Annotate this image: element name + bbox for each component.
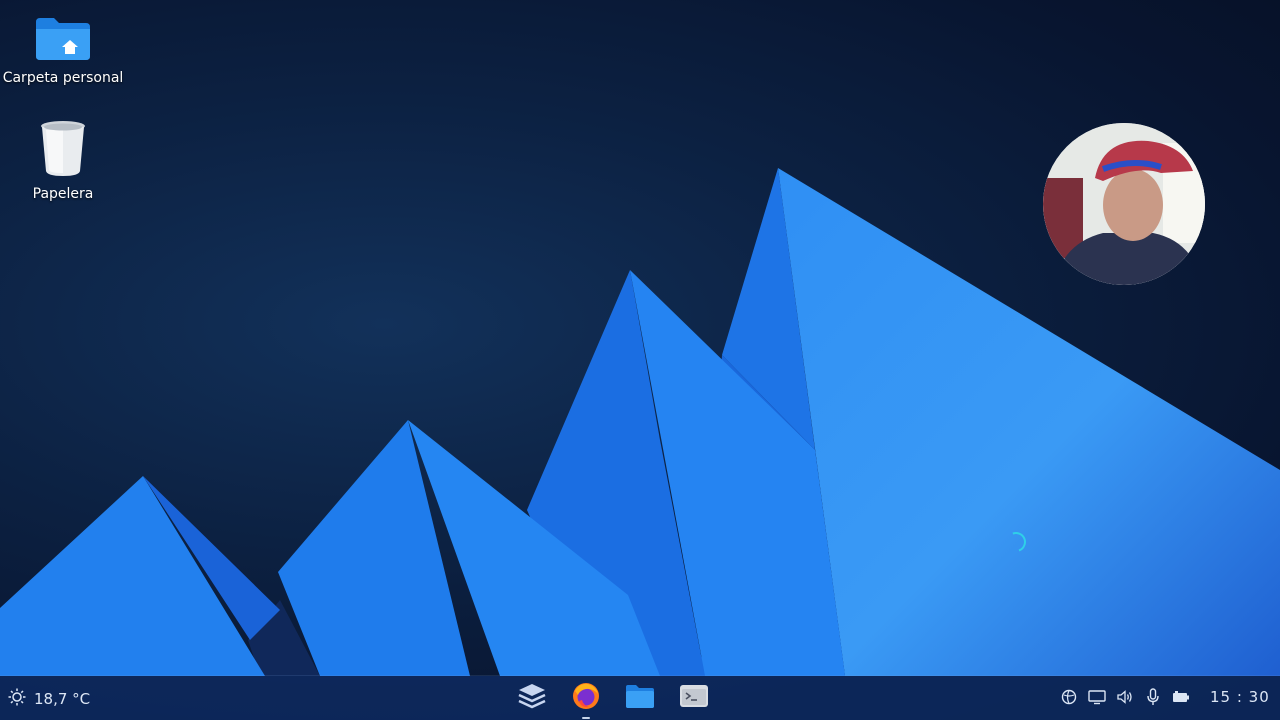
trash-icon xyxy=(0,120,126,182)
desktop-icon-home-folder[interactable]: Carpeta personal xyxy=(0,14,126,86)
weather-widget[interactable]: 18,7 °C xyxy=(8,688,90,710)
active-indicator xyxy=(582,717,590,719)
temperature-label: 18,7 °C xyxy=(34,690,91,708)
terminal-icon xyxy=(679,683,709,713)
desktop-icon-trash[interactable]: Papelera xyxy=(0,120,126,202)
dock-item-firefox[interactable] xyxy=(568,681,604,719)
workspaces-icon xyxy=(517,682,547,714)
wallpaper xyxy=(0,168,1280,676)
sun-icon xyxy=(8,688,26,710)
volume-icon[interactable] xyxy=(1116,688,1134,706)
display-icon[interactable] xyxy=(1088,688,1106,706)
desktop-icon-label: Papelera xyxy=(32,186,94,202)
battery-icon[interactable] xyxy=(1172,688,1190,706)
system-tray xyxy=(1060,688,1190,706)
home-folder-icon xyxy=(0,14,126,66)
network-globe-icon[interactable] xyxy=(1060,688,1078,706)
desktop-icon-label: Carpeta personal xyxy=(2,70,124,86)
dock-item-workspaces[interactable] xyxy=(514,682,550,714)
microphone-icon[interactable] xyxy=(1144,688,1162,706)
clock[interactable]: 15 : 30 xyxy=(1210,688,1270,706)
taskbar: 18,7 °C 15: 30 xyxy=(0,676,1280,720)
dock xyxy=(514,681,712,719)
file-manager-icon xyxy=(625,683,655,713)
dock-item-file-manager[interactable] xyxy=(622,682,658,714)
dock-item-terminal[interactable] xyxy=(676,682,712,714)
firefox-icon xyxy=(571,681,601,715)
webcam-overlay xyxy=(1043,123,1205,285)
